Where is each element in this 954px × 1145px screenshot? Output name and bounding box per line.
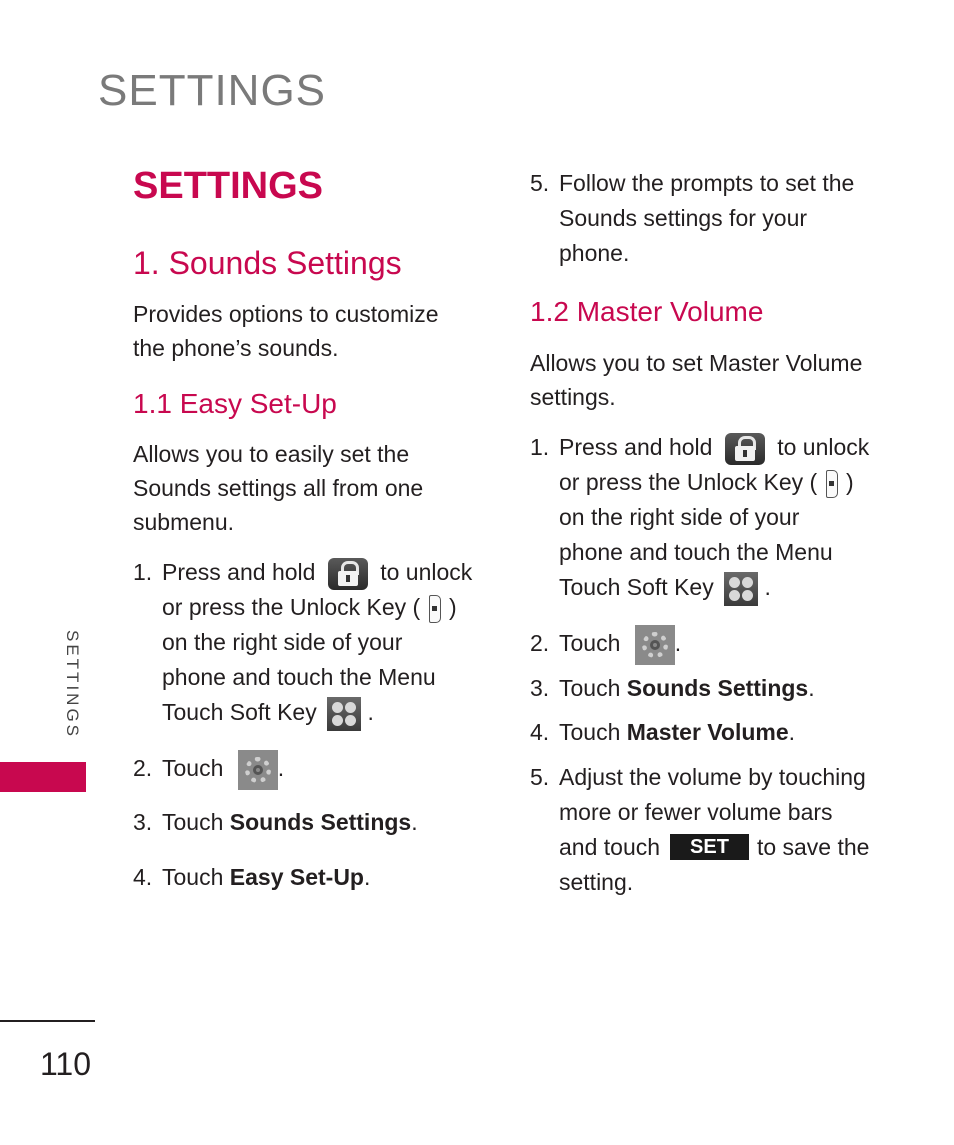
side-key-icon — [428, 594, 441, 623]
step-3: 3. Touch Sounds Settings. — [530, 675, 815, 701]
subsection-intro: Allows you to easily set the Sounds sett… — [133, 441, 424, 535]
step-4: 4. Touch Master Volume. — [530, 719, 796, 745]
ui-label: Sounds Settings — [229, 809, 412, 835]
menu-soft-key-icon — [327, 696, 362, 731]
step-5: 5. Adjust the volume by touching more or … — [530, 764, 870, 895]
gear-icon — [634, 625, 675, 665]
section-title: 1. Sounds Settings — [133, 245, 402, 281]
side-tab-bar — [0, 762, 86, 792]
side-tab-label: SETTINGS — [63, 630, 82, 740]
running-head: SETTINGS — [98, 66, 327, 115]
gear-icon — [237, 750, 278, 790]
step-4: 4. Touch Easy Set-Up. — [133, 864, 371, 890]
ui-label: Sounds Settings — [626, 675, 809, 701]
ui-label: Easy Set-Up — [229, 864, 364, 890]
subsection-title: 1.1 Easy Set-Up — [133, 388, 337, 419]
step-3: 3. Touch Sounds Settings. — [133, 809, 418, 835]
subsection-title: 1.2 Master Volume — [530, 296, 764, 327]
subsection-intro: Allows you to set Master Volume settings… — [530, 350, 863, 410]
set-button: SET — [670, 834, 749, 860]
lock-icon — [327, 557, 368, 590]
step-2: 2. Touch . — [133, 750, 284, 790]
section-intro: Provides options to customize the phone’… — [133, 301, 439, 361]
page-number: 110 — [40, 1046, 92, 1082]
chapter-title: SETTINGS — [133, 165, 324, 207]
step-2: 2. Touch . — [530, 625, 681, 665]
menu-soft-key-icon — [724, 571, 759, 606]
side-key-icon — [825, 469, 838, 498]
ui-label: Master Volume — [626, 719, 789, 745]
step-1: 1. Press and hold to unlock or press the … — [530, 430, 869, 606]
step-5-continued: 5. Follow the prompts to set the Sounds s… — [530, 170, 855, 266]
footer-rule — [0, 1020, 95, 1022]
lock-icon — [724, 432, 765, 465]
step-1: 1. Press and hold to unlock or press the … — [133, 555, 472, 731]
